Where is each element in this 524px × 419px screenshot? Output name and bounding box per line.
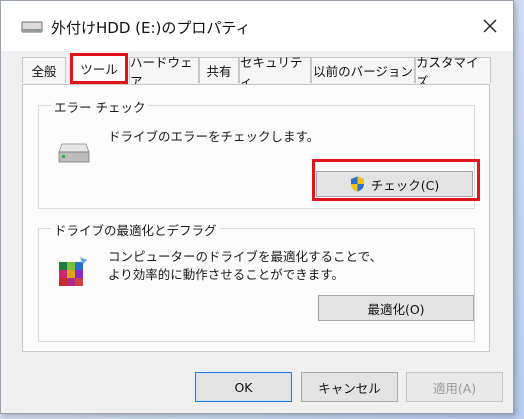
tab-previous-versions[interactable]: 以前のバージョン	[311, 57, 415, 83]
dialog-footer: OK キャンセル 適用(A)	[1, 352, 513, 413]
optimize-description-line: より効率的に動作させることができます。	[108, 267, 345, 282]
tab-hardware[interactable]: ハードウェア	[129, 55, 199, 89]
optimize-description: コンピューターのドライブを最適化することで、 より効率的に動作させることができま…	[108, 248, 382, 284]
tab-strip: 全般 ツール ハードウェア 共有 セキュリティ 以前のバージョン カスタマイズ	[1, 51, 513, 89]
apply-button[interactable]: 適用(A)	[406, 372, 503, 402]
tools-panel: エラー チェック ドライブのエラーをチェックします。 チェック(C) ドライブの…	[22, 84, 490, 352]
close-icon	[483, 19, 497, 33]
properties-dialog: 外付けHDD (E:)のプロパティ 全般 ツール ハードウェア 共有 セキュリテ…	[0, 0, 514, 414]
drive-icon	[21, 21, 43, 33]
tab-label: 全般	[31, 64, 57, 79]
tab-label: ツール	[80, 62, 118, 77]
cancel-label: キャンセル	[318, 380, 381, 396]
tab-label: 共有	[206, 64, 232, 79]
optimize-button[interactable]: 最適化(O)	[318, 295, 474, 321]
optimize-group: ドライブの最適化とデフラグ コンピューターのドライブを最適化することで、 より効…	[38, 220, 475, 342]
apply-label: 適用(A)	[432, 380, 477, 396]
tab-sharing[interactable]: 共有	[199, 57, 239, 83]
optimize-button-label: 最適化(O)	[367, 301, 425, 317]
tab-label: 以前のバージョン	[313, 64, 413, 79]
close-button[interactable]	[477, 13, 503, 39]
optimize-description-line: コンピューターのドライブを最適化することで、	[108, 249, 383, 264]
ok-label: OK	[234, 379, 253, 395]
error-check-description: ドライブのエラーをチェックします。	[108, 129, 320, 144]
tab-general[interactable]: 全般	[22, 57, 66, 83]
tab-security[interactable]: セキュリティ	[239, 55, 311, 89]
defrag-icon	[59, 257, 87, 286]
tab-tools[interactable]: ツール	[70, 53, 128, 84]
window-title: 外付けHDD (E:)のプロパティ	[51, 19, 251, 37]
group-title: エラー チェック	[51, 97, 149, 116]
ok-button[interactable]: OK	[195, 372, 292, 402]
group-title: ドライブの最適化とデフラグ	[51, 220, 220, 239]
tab-customize[interactable]: カスタマイズ	[415, 55, 491, 89]
check-button-highlight	[312, 159, 480, 201]
hard-drive-icon	[58, 143, 90, 163]
title-bar: 外付けHDD (E:)のプロパティ	[1, 1, 513, 51]
cancel-button[interactable]: キャンセル	[301, 372, 398, 402]
